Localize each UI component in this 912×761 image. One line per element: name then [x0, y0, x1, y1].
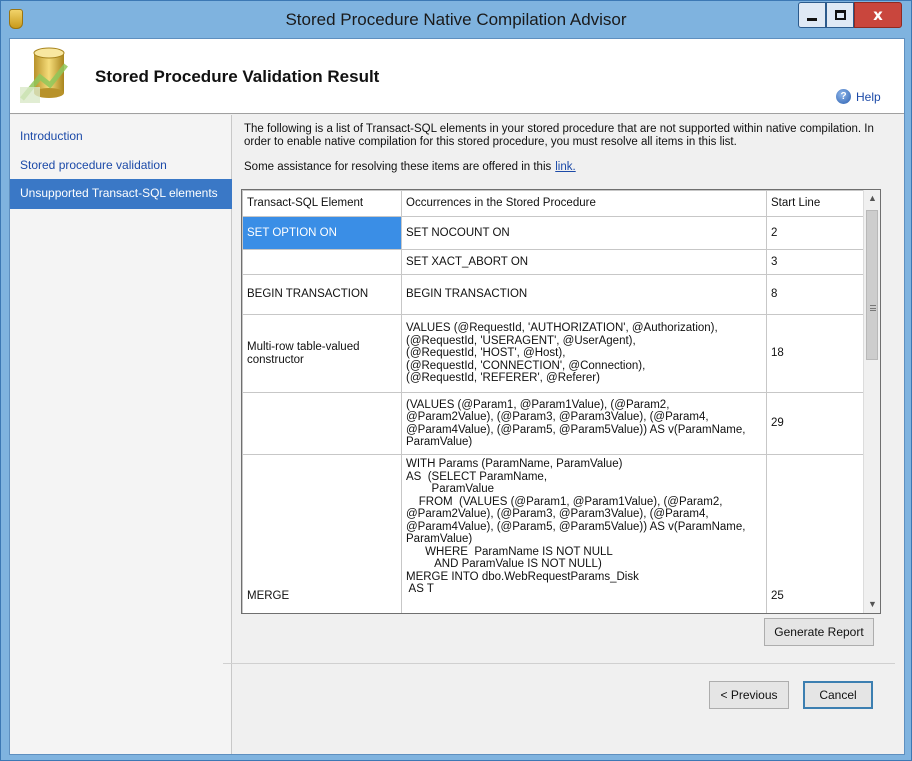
cell-start-line[interactable]: 18: [766, 314, 865, 393]
window-title: Stored Procedure Native Compilation Advi…: [285, 10, 627, 29]
table-row[interactable]: (VALUES (@Param1, @Param1Value), (@Param…: [242, 392, 865, 455]
table-row[interactable]: Multi-row table-valued constructor VALUE…: [242, 314, 865, 393]
page-title: Stored Procedure Validation Result: [95, 67, 380, 86]
cell-element[interactable]: [242, 392, 402, 455]
cell-start-line[interactable]: 29: [766, 392, 865, 455]
scroll-up-icon[interactable]: ▲: [864, 190, 880, 207]
footer-divider: [223, 663, 895, 664]
generate-report-button[interactable]: Generate Report: [764, 618, 874, 646]
cell-start-line[interactable]: 8: [766, 274, 865, 315]
title-bar[interactable]: Stored Procedure Native Compilation Advi…: [1, 1, 911, 37]
vertical-scrollbar[interactable]: ▲ ▼: [863, 190, 880, 613]
table-header-row: Transact-SQL Element Occurrences in the …: [242, 190, 865, 217]
elements-table: Transact-SQL Element Occurrences in the …: [242, 190, 865, 613]
cell-element[interactable]: Multi-row table-valued constructor: [242, 314, 402, 393]
column-header-element[interactable]: Transact-SQL Element: [242, 190, 402, 217]
scroll-down-icon[interactable]: ▼: [864, 596, 880, 613]
maximize-icon: [834, 10, 846, 20]
help-icon: ?: [836, 89, 851, 104]
description-text: The following is a list of Transact-SQL …: [244, 123, 874, 148]
cell-element[interactable]: SET OPTION ON: [242, 216, 402, 250]
cell-start-line[interactable]: 3: [766, 249, 865, 275]
wizard-header: Stored Procedure Validation Result: [10, 39, 904, 114]
scroll-thumb[interactable]: [866, 210, 878, 360]
cell-occurrence[interactable]: VALUES (@RequestId, 'AUTHORIZATION', @Au…: [401, 314, 767, 393]
cell-start-line[interactable]: 25: [766, 454, 865, 613]
minimize-button[interactable]: [798, 2, 826, 28]
stored-procedure-icon: [20, 47, 68, 103]
unsupported-elements-grid[interactable]: Transact-SQL Element Occurrences in the …: [241, 189, 881, 614]
table-row[interactable]: MERGE WITH Params (ParamName, ParamValue…: [242, 454, 865, 613]
cell-occurrence[interactable]: WITH Params (ParamName, ParamValue) AS (…: [401, 454, 767, 613]
cell-element[interactable]: BEGIN TRANSACTION: [242, 274, 402, 315]
maximize-button[interactable]: [826, 2, 854, 28]
close-icon: x: [873, 6, 883, 24]
table-row[interactable]: BEGIN TRANSACTION BEGIN TRANSACTION 8: [242, 274, 865, 315]
column-header-start-line[interactable]: Start Line: [766, 190, 865, 217]
table-row[interactable]: SET XACT_ABORT ON 3: [242, 249, 865, 275]
help-label: Help: [856, 89, 881, 104]
cell-occurrence[interactable]: SET NOCOUNT ON: [401, 216, 767, 250]
previous-button[interactable]: < Previous: [709, 681, 789, 709]
cell-occurrence[interactable]: (VALUES (@Param1, @Param1Value), (@Param…: [401, 392, 767, 455]
grip-icon: [870, 305, 876, 311]
assistance-link[interactable]: link.: [555, 161, 575, 173]
nav-item-unsupported-elements[interactable]: Unsupported Transact-SQL elements: [10, 179, 232, 209]
cell-start-line[interactable]: 2: [766, 216, 865, 250]
close-button[interactable]: x: [854, 2, 902, 28]
minimize-icon: [807, 17, 817, 21]
wizard-nav: Introduction Stored procedure validation…: [10, 115, 232, 754]
cell-element[interactable]: [242, 249, 402, 275]
column-header-occurrences[interactable]: Occurrences in the Stored Procedure: [401, 190, 767, 217]
help-link[interactable]: ? Help: [836, 89, 881, 104]
advisor-window: Stored Procedure Native Compilation Advi…: [0, 0, 912, 761]
cell-occurrence[interactable]: BEGIN TRANSACTION: [401, 274, 767, 315]
cancel-button[interactable]: Cancel: [803, 681, 873, 709]
nav-item-introduction[interactable]: Introduction: [10, 125, 232, 149]
nav-item-stored-procedure-validation[interactable]: Stored procedure validation: [10, 154, 232, 178]
cell-element[interactable]: MERGE: [242, 454, 402, 613]
table-row[interactable]: SET OPTION ON SET NOCOUNT ON 2: [242, 216, 865, 250]
assistance-label: Some assistance for resolving these item…: [244, 161, 552, 173]
cell-occurrence[interactable]: SET XACT_ABORT ON: [401, 249, 767, 275]
assistance-text: Some assistance for resolving these item…: [244, 161, 576, 173]
